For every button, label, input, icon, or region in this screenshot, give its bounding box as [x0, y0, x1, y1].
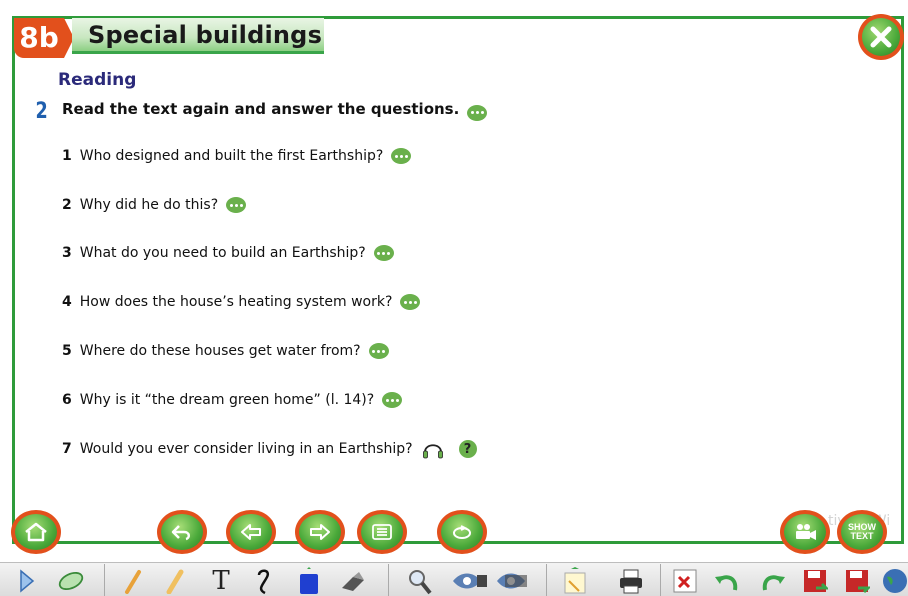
instruction-line: Read the text again and answer the quest… — [62, 100, 488, 121]
toolbar-separator — [546, 564, 547, 596]
question-text: Where do these houses get water from? — [79, 343, 361, 359]
left-arrow-icon — [241, 524, 261, 540]
question-item: 4 How does the house’s heating system wo… — [62, 291, 421, 313]
highlighter-tool[interactable] — [160, 566, 190, 596]
text-tool[interactable]: T — [206, 566, 236, 596]
floppy-disk-icon — [804, 570, 828, 592]
floppy-disk-export-icon — [846, 570, 870, 594]
question-text: How does the house’s heating system work… — [79, 294, 393, 310]
reset-button[interactable] — [437, 510, 487, 554]
pencil-icon — [125, 570, 141, 594]
section-label: Reading — [58, 70, 137, 90]
show-text-button[interactable]: SHOW TEXT — [837, 510, 887, 554]
show-text-label: SHOW TEXT — [841, 514, 883, 550]
question-text: Would you ever consider living in an Ear… — [79, 441, 413, 457]
question-text: Who designed and built the first Earthsh… — [79, 148, 384, 164]
rectangle-icon — [300, 567, 318, 594]
question-item: 6 Why is it “the dream green home” (l. 1… — [62, 389, 403, 411]
question-item: 5 Where do these houses get water from? — [62, 340, 389, 362]
mouse-icon — [58, 571, 84, 591]
speech-bubble-icon[interactable] — [391, 148, 412, 164]
note-icon — [564, 567, 586, 594]
redo-tool[interactable] — [758, 566, 788, 596]
eraser-tool[interactable] — [338, 566, 368, 596]
undo-icon — [715, 575, 738, 591]
globe-icon — [883, 569, 907, 593]
question-number: 6 — [62, 392, 72, 408]
notes-tool[interactable] — [560, 566, 590, 596]
content-frame — [12, 16, 904, 544]
question-text: Why did he do this? — [79, 197, 219, 213]
speech-bubble-icon[interactable] — [373, 245, 394, 261]
video-camera-icon — [796, 524, 816, 540]
speech-bubble-icon[interactable] — [368, 343, 389, 359]
unit-badge: 8b — [14, 18, 74, 58]
speech-bubble-icon[interactable] — [226, 197, 247, 213]
previous-button[interactable] — [226, 510, 276, 554]
help-button[interactable]: ? — [458, 440, 477, 458]
pointer-tool[interactable] — [12, 566, 42, 596]
curve-tool[interactable] — [250, 566, 280, 596]
question-number: 1 — [62, 148, 72, 164]
toolbar-separator — [388, 564, 389, 596]
clear-button[interactable] — [670, 566, 700, 596]
close-icon — [870, 26, 892, 48]
save-button[interactable] — [800, 566, 830, 596]
question-item: 3 What do you need to build an Earthship… — [62, 242, 394, 264]
exercise-number: 2 — [35, 99, 48, 124]
instruction-text: Read the text again and answer the quest… — [62, 100, 460, 118]
reveal-tool[interactable] — [450, 566, 490, 596]
next-button[interactable] — [295, 510, 345, 554]
speech-bubble-icon[interactable] — [467, 104, 488, 121]
toolbar-separator — [104, 564, 105, 596]
right-arrow-icon — [310, 524, 330, 540]
question-number: 7 — [62, 441, 72, 457]
list-icon — [372, 524, 392, 540]
question-number: 5 — [62, 343, 72, 359]
headphones-icon[interactable] — [421, 437, 445, 461]
eye-covered-icon — [497, 573, 527, 589]
undo-tool[interactable] — [712, 566, 742, 596]
question-item: 7 Would you ever consider living in an E… — [62, 438, 477, 460]
refresh-icon — [453, 525, 471, 539]
question-number: 3 — [62, 245, 72, 261]
mouse-tool[interactable] — [56, 566, 86, 596]
play-triangle-icon — [20, 569, 35, 593]
eraser-icon — [342, 572, 364, 591]
question-text: Why is it “the dream green home” (l. 14)… — [79, 392, 375, 408]
question-number: 2 — [62, 197, 72, 213]
printer-icon — [620, 569, 642, 594]
web-button[interactable] — [878, 566, 908, 596]
highlighter-icon — [166, 569, 184, 594]
magnifier-icon — [409, 570, 432, 595]
undo-button[interactable] — [157, 510, 207, 554]
delete-icon — [673, 569, 697, 593]
activity-screen: 8b Special buildings Reading 2 Read the … — [0, 0, 908, 596]
question-text: What do you need to build an Earthship? — [79, 245, 366, 261]
question-item: 1 Who designed and built the first Earth… — [62, 145, 412, 167]
toolbar-separator — [660, 564, 661, 596]
menu-button[interactable] — [357, 510, 407, 554]
home-icon — [25, 522, 47, 542]
speech-bubble-icon[interactable] — [400, 294, 421, 310]
undo-arrow-icon — [171, 525, 190, 541]
question-number: 4 — [62, 294, 72, 310]
page-title: Special buildings — [88, 21, 323, 49]
close-button[interactable] — [858, 14, 904, 60]
video-button[interactable] — [780, 510, 830, 554]
question-item: 2 Why did he do this? — [62, 194, 247, 216]
eye-icon — [453, 573, 487, 589]
hide-tool[interactable] — [494, 566, 534, 596]
pencil-tool[interactable] — [118, 566, 148, 596]
save-as-button[interactable] — [842, 566, 872, 596]
home-button[interactable] — [11, 510, 61, 554]
shape-tool[interactable] — [294, 566, 324, 596]
speech-bubble-icon[interactable] — [382, 392, 403, 408]
print-button[interactable] — [616, 566, 646, 596]
redo-icon — [762, 575, 785, 591]
zoom-tool[interactable] — [404, 566, 434, 596]
curve-line-icon — [257, 569, 270, 595]
